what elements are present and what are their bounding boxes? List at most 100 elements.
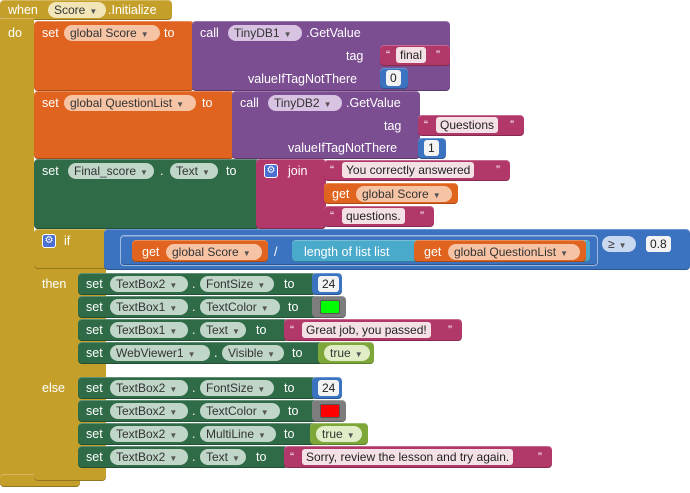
component-dropdown[interactable]: TextBox2 ▼ bbox=[110, 426, 188, 442]
to-keyword: to bbox=[284, 381, 295, 395]
get-keyword: get bbox=[332, 187, 350, 201]
event-name: .Initialize bbox=[108, 3, 157, 17]
default-label: valueIfTagNotThere bbox=[288, 141, 398, 155]
chevron-down-icon: ▼ bbox=[283, 30, 292, 39]
component-dropdown[interactable]: TextBox2 ▼ bbox=[110, 449, 188, 465]
chevron-down-icon: ▼ bbox=[323, 100, 332, 109]
quote-close-icon: ” bbox=[510, 118, 514, 132]
chevron-down-icon: ▼ bbox=[432, 191, 441, 200]
event-component-dropdown[interactable]: Score ▼ bbox=[48, 2, 106, 18]
red-color-swatch[interactable] bbox=[320, 404, 340, 418]
chevron-down-icon: ▼ bbox=[140, 30, 149, 39]
tag-label: tag bbox=[346, 49, 364, 63]
chevron-down-icon: ▼ bbox=[169, 408, 178, 417]
quote-open-icon: “ bbox=[330, 209, 334, 223]
dot-separator: . bbox=[192, 300, 196, 314]
chevron-down-icon: ▼ bbox=[232, 327, 240, 336]
chevron-down-icon: ▼ bbox=[260, 304, 269, 313]
variable-dropdown[interactable]: global QuestionList ▼ bbox=[64, 95, 196, 111]
variable-dropdown[interactable]: global Score ▼ bbox=[64, 25, 160, 41]
chevron-down-icon: ▼ bbox=[89, 7, 98, 16]
chevron-down-icon: ▼ bbox=[232, 454, 240, 463]
do-keyword: do bbox=[8, 26, 22, 40]
component-dropdown[interactable]: TinyDB1 ▼ bbox=[228, 25, 302, 41]
chevron-down-icon: ▼ bbox=[169, 281, 178, 290]
boolean-dropdown[interactable]: true ▼ bbox=[316, 426, 362, 442]
property-dropdown[interactable]: MultiLine ▼ bbox=[200, 426, 276, 442]
number-value[interactable]: 24 bbox=[318, 276, 340, 292]
chevron-down-icon: ▼ bbox=[257, 281, 266, 290]
component-dropdown[interactable]: TextBox1 ▼ bbox=[110, 322, 188, 338]
property-dropdown[interactable]: Text ▼ bbox=[200, 322, 246, 338]
quote-close-icon: ” bbox=[538, 450, 542, 464]
chevron-down-icon: ▼ bbox=[257, 385, 266, 394]
event-body-spine bbox=[0, 18, 34, 482]
component-dropdown[interactable]: TextBox1 ▼ bbox=[110, 299, 188, 315]
chevron-down-icon: ▼ bbox=[140, 168, 148, 177]
string-value[interactable]: final bbox=[396, 47, 427, 63]
quote-open-icon: “ bbox=[290, 450, 294, 464]
threshold-value[interactable]: 0.8 bbox=[646, 236, 671, 252]
to-keyword: to bbox=[164, 26, 175, 40]
set-keyword: set bbox=[86, 346, 103, 360]
string-value[interactable]: Sorry, review the lesson and try again. bbox=[302, 449, 514, 465]
property-dropdown[interactable]: TextColor ▼ bbox=[200, 299, 280, 315]
number-value[interactable]: 1 bbox=[424, 140, 439, 156]
dot-separator: . bbox=[192, 381, 196, 395]
dot-separator: . bbox=[192, 277, 196, 291]
green-color-swatch[interactable] bbox=[320, 300, 340, 314]
component-dropdown[interactable]: TinyDB2 ▼ bbox=[268, 95, 342, 111]
chevron-down-icon: ▼ bbox=[176, 100, 184, 109]
number-value[interactable]: 24 bbox=[318, 380, 340, 396]
set-keyword: set bbox=[86, 450, 103, 464]
quote-close-icon: ” bbox=[420, 209, 424, 223]
quote-open-icon: “ bbox=[386, 48, 390, 62]
component-dropdown[interactable]: TextBox2 ▼ bbox=[110, 276, 188, 292]
property-dropdown[interactable]: TextColor ▼ bbox=[200, 403, 280, 419]
chevron-down-icon: ▼ bbox=[618, 241, 627, 250]
set-keyword: set bbox=[86, 381, 103, 395]
operator-dropdown[interactable]: ≥ ▼ bbox=[602, 236, 636, 252]
chevron-down-icon: ▼ bbox=[169, 304, 178, 313]
property-dropdown[interactable]: Text ▼ bbox=[200, 449, 246, 465]
length-of-list-label: length of list list bbox=[304, 245, 390, 259]
to-keyword: to bbox=[284, 277, 295, 291]
property-dropdown[interactable]: FontSize ▼ bbox=[200, 380, 274, 396]
number-value[interactable]: 0 bbox=[386, 70, 401, 86]
dot-separator: . bbox=[192, 450, 196, 464]
chevron-down-icon: ▼ bbox=[169, 385, 178, 394]
component-dropdown[interactable]: WebViewer1 ▼ bbox=[110, 345, 210, 361]
then-keyword: then bbox=[42, 277, 67, 291]
set-keyword: set bbox=[42, 164, 59, 178]
property-dropdown[interactable]: Visible ▼ bbox=[222, 345, 284, 361]
chevron-down-icon: ▼ bbox=[169, 327, 178, 336]
property-dropdown[interactable]: FontSize ▼ bbox=[200, 276, 274, 292]
chevron-down-icon: ▼ bbox=[346, 431, 355, 440]
quote-open-icon: “ bbox=[330, 163, 334, 177]
if-keyword: if bbox=[64, 234, 71, 248]
tag-label: tag bbox=[384, 119, 402, 133]
variable-dropdown[interactable]: global Score ▼ bbox=[356, 186, 452, 202]
variable-dropdown[interactable]: global QuestionList ▼ bbox=[448, 244, 580, 260]
gear-icon[interactable]: ⚙ bbox=[264, 164, 278, 178]
string-value[interactable]: Questions bbox=[436, 117, 499, 133]
quote-open-icon: “ bbox=[424, 118, 428, 132]
string-value[interactable]: You correctly answered bbox=[342, 162, 475, 178]
chevron-down-icon: ▼ bbox=[267, 350, 276, 359]
set-keyword: set bbox=[42, 96, 59, 110]
string-value[interactable]: Great job, you passed! bbox=[302, 322, 431, 338]
to-keyword: to bbox=[202, 96, 213, 110]
string-value[interactable]: questions. bbox=[342, 208, 405, 224]
quote-close-icon: ” bbox=[436, 48, 440, 62]
chevron-down-icon: ▼ bbox=[202, 168, 210, 177]
component-dropdown[interactable]: Final_score ▼ bbox=[68, 163, 154, 179]
property-dropdown[interactable]: Text ▼ bbox=[170, 163, 218, 179]
chevron-down-icon: ▼ bbox=[560, 249, 568, 258]
get-keyword: get bbox=[424, 245, 442, 259]
gear-icon[interactable]: ⚙ bbox=[42, 234, 56, 248]
chevron-down-icon: ▼ bbox=[169, 454, 178, 463]
boolean-dropdown[interactable]: true ▼ bbox=[324, 345, 370, 361]
component-dropdown[interactable]: TextBox2 ▼ bbox=[110, 380, 188, 396]
variable-dropdown[interactable]: global Score ▼ bbox=[166, 244, 262, 260]
component-dropdown[interactable]: TextBox2 ▼ bbox=[110, 403, 188, 419]
